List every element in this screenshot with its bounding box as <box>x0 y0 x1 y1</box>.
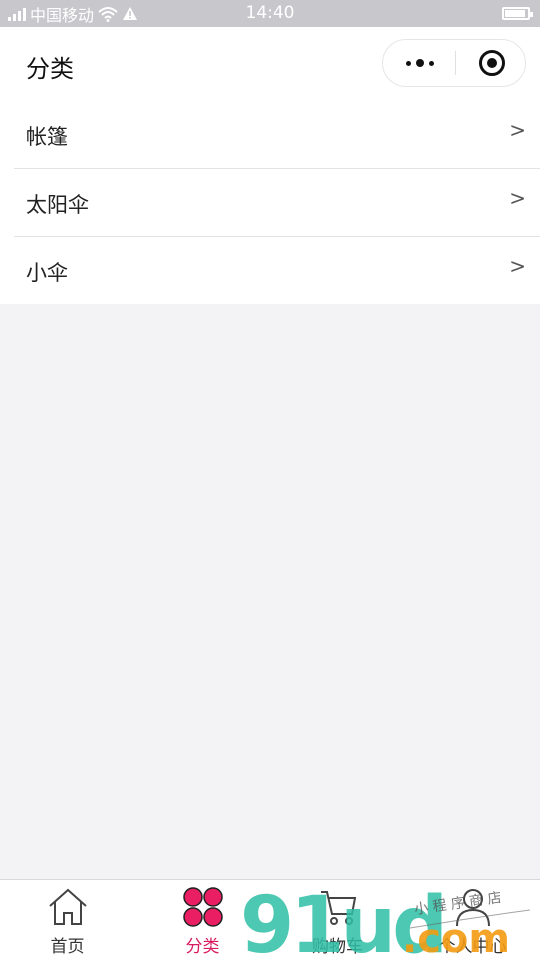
chevron-right-icon: > <box>509 186 526 210</box>
nav-bar: 分类 <box>0 27 540 101</box>
cart-icon <box>321 891 357 925</box>
tab-profile[interactable]: 个人中心 <box>405 880 540 960</box>
tab-label: 个人中心 <box>438 937 507 957</box>
tab-bar: 首页 分类 购物车 个人中心 <box>0 879 540 960</box>
capsule-divider <box>455 51 456 75</box>
chevron-right-icon: > <box>509 118 526 142</box>
tab-category[interactable]: 分类 <box>135 880 270 960</box>
category-label: 小伞 <box>26 261 68 285</box>
more-dot-icon <box>429 60 434 66</box>
category-item-tent[interactable]: 帐篷 > <box>14 101 540 169</box>
category-item-parasol[interactable]: 太阳伞 > <box>14 169 540 237</box>
battery-icon <box>502 7 533 20</box>
tab-cart[interactable]: 购物车 <box>270 880 405 960</box>
home-icon <box>49 888 87 925</box>
category-label: 太阳伞 <box>26 193 89 217</box>
status-time: 14:40 <box>245 3 295 23</box>
category-list: 帐篷 > 太阳伞 > 小伞 > <box>0 101 540 304</box>
close-target-icon[interactable] <box>479 50 505 76</box>
page-title: 分类 <box>26 55 74 83</box>
tab-label: 购物车 <box>312 937 363 957</box>
tab-label: 分类 <box>185 937 220 957</box>
more-button[interactable] <box>403 40 437 86</box>
category-icon <box>183 887 223 927</box>
tab-label: 首页 <box>50 937 85 957</box>
more-dot-icon <box>406 60 411 66</box>
mini-program-capsule <box>382 39 526 87</box>
status-bar: 中国移动 14:40 <box>0 0 540 27</box>
chevron-right-icon: > <box>509 254 526 278</box>
more-dot-icon <box>416 59 424 67</box>
category-label: 帐篷 <box>26 125 68 149</box>
user-icon <box>456 889 490 927</box>
category-item-umbrella[interactable]: 小伞 > <box>14 237 540 305</box>
tab-home[interactable]: 首页 <box>0 880 135 960</box>
